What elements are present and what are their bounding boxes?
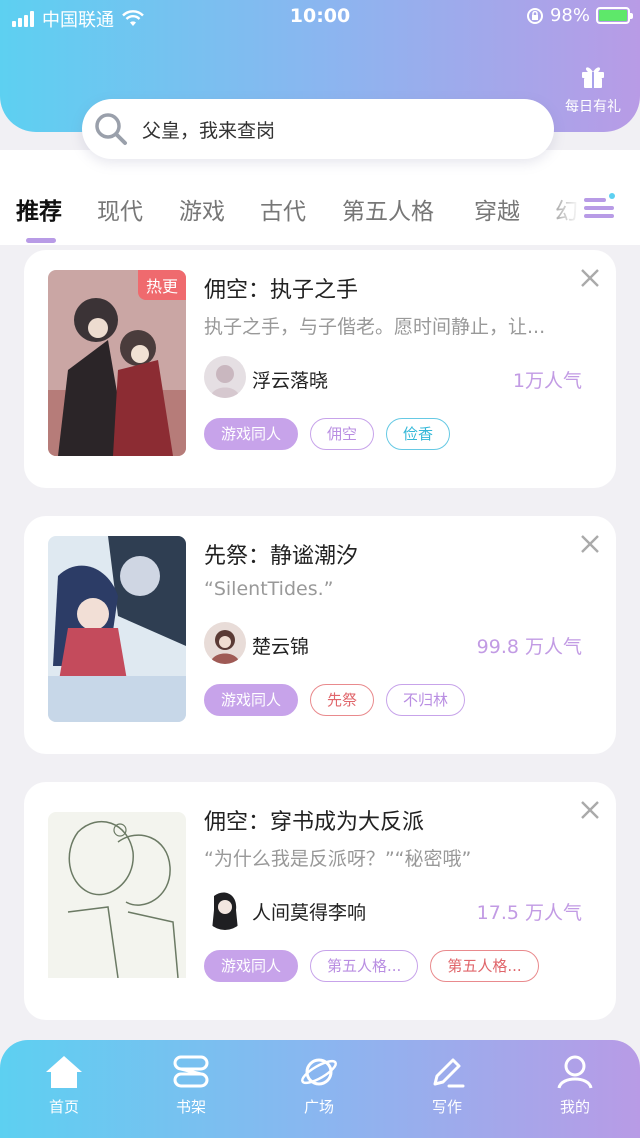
tab-modern[interactable]: 现代: [97, 192, 143, 226]
tag-chip[interactable]: 先祭: [310, 684, 375, 716]
story-description: “SilentTides.”: [204, 578, 334, 600]
tag-chip[interactable]: 俭香: [386, 418, 451, 450]
story-card[interactable]: 佣空：穿书成为大反派 “为什么我是反派呀？”“秘密哦” 人间莫得李响 17.5 …: [24, 782, 616, 1020]
gift-label: 每日有礼: [565, 99, 621, 115]
tag-chip[interactable]: 第五人格...: [310, 950, 419, 982]
story-description: 执子之手，与子偕老。愿时间静止，让...: [204, 316, 546, 338]
tag-chip[interactable]: 游戏同人: [204, 950, 299, 982]
author-avatar[interactable]: [204, 356, 246, 398]
story-card[interactable]: 热更 佣空：执子之手 执子之手，与子偕老。愿时间静止，让... 浮云落晓 1万人…: [24, 250, 616, 488]
bottom-nav: 首页 书架 广场 写作 我的: [0, 1040, 640, 1138]
battery-percent: 98%: [549, 5, 590, 26]
close-icon[interactable]: [580, 534, 600, 554]
tab-identity-v[interactable]: 第五人格: [342, 192, 434, 226]
nav-write[interactable]: 写作: [402, 1054, 492, 1117]
orientation-lock-icon: [526, 7, 543, 24]
active-tab-indicator: [26, 238, 56, 243]
planet-icon: [301, 1058, 337, 1086]
author-avatar[interactable]: [204, 888, 246, 930]
nav-bookshelf[interactable]: 书架: [146, 1054, 236, 1117]
nav-plaza-label: 广场: [303, 1098, 334, 1116]
close-icon[interactable]: [580, 268, 600, 288]
nav-write-label: 写作: [431, 1098, 462, 1116]
story-title[interactable]: 佣空：执子之手: [204, 272, 358, 304]
tab-time-travel[interactable]: 穿越: [474, 192, 520, 226]
user-icon: [557, 1055, 593, 1089]
nav-bookshelf-label: 书架: [175, 1098, 206, 1116]
search-bar[interactable]: 父皇，我来查岗: [82, 99, 554, 159]
hot-update-badge: 热更: [137, 270, 186, 300]
pen-icon: [433, 1058, 465, 1088]
tab-recommend[interactable]: 推荐: [16, 192, 62, 226]
tag-chip[interactable]: 佣空: [310, 418, 375, 450]
popularity-count: 17.5 万人气: [476, 902, 582, 924]
tag-chip[interactable]: 游戏同人: [204, 418, 299, 450]
author-name[interactable]: 浮云落晓: [252, 366, 328, 393]
story-title[interactable]: 佣空：穿书成为大反派: [204, 804, 424, 836]
nav-home[interactable]: 首页: [19, 1054, 109, 1117]
nav-home-label: 首页: [48, 1098, 79, 1116]
author-avatar[interactable]: [204, 622, 246, 664]
status-bar: 中国联通 10:00 98%: [0, 0, 640, 34]
nav-profile-label: 我的: [559, 1098, 590, 1116]
search-placeholder: 父皇，我来查岗: [142, 119, 276, 142]
story-cover[interactable]: [48, 536, 186, 722]
bookshelf-icon: [173, 1055, 209, 1088]
battery-icon: [596, 7, 633, 24]
search-icon: [95, 113, 127, 145]
category-menu-icon[interactable]: [582, 192, 618, 224]
daily-gift-button[interactable]: 每日有礼: [556, 62, 630, 116]
gift-icon: [582, 67, 604, 88]
story-cover[interactable]: [48, 812, 186, 998]
popularity-count: 1万人气: [512, 370, 582, 392]
story-description: “为什么我是反派呀？”“秘密哦”: [204, 848, 472, 870]
story-title[interactable]: 先祭：静谧潮汐: [204, 538, 358, 570]
author-name[interactable]: 人间莫得李响: [252, 898, 366, 925]
tag-chip[interactable]: 游戏同人: [204, 684, 299, 716]
tag-chip[interactable]: 不归林: [386, 684, 466, 716]
story-cover[interactable]: 热更: [48, 270, 186, 456]
popularity-count: 99.8 万人气: [476, 636, 582, 658]
nav-plaza[interactable]: 广场: [274, 1054, 364, 1117]
tab-ancient[interactable]: 古代: [260, 192, 306, 226]
home-icon: [46, 1056, 82, 1088]
story-card[interactable]: 先祭：静谧潮汐 “SilentTides.” 楚云锦 99.8 万人气 游戏同人…: [24, 516, 616, 754]
tag-chip[interactable]: 第五人格...: [430, 950, 539, 982]
close-icon[interactable]: [580, 800, 600, 820]
author-name[interactable]: 楚云锦: [252, 632, 309, 659]
tab-game[interactable]: 游戏: [179, 192, 225, 226]
nav-profile[interactable]: 我的: [530, 1054, 620, 1117]
